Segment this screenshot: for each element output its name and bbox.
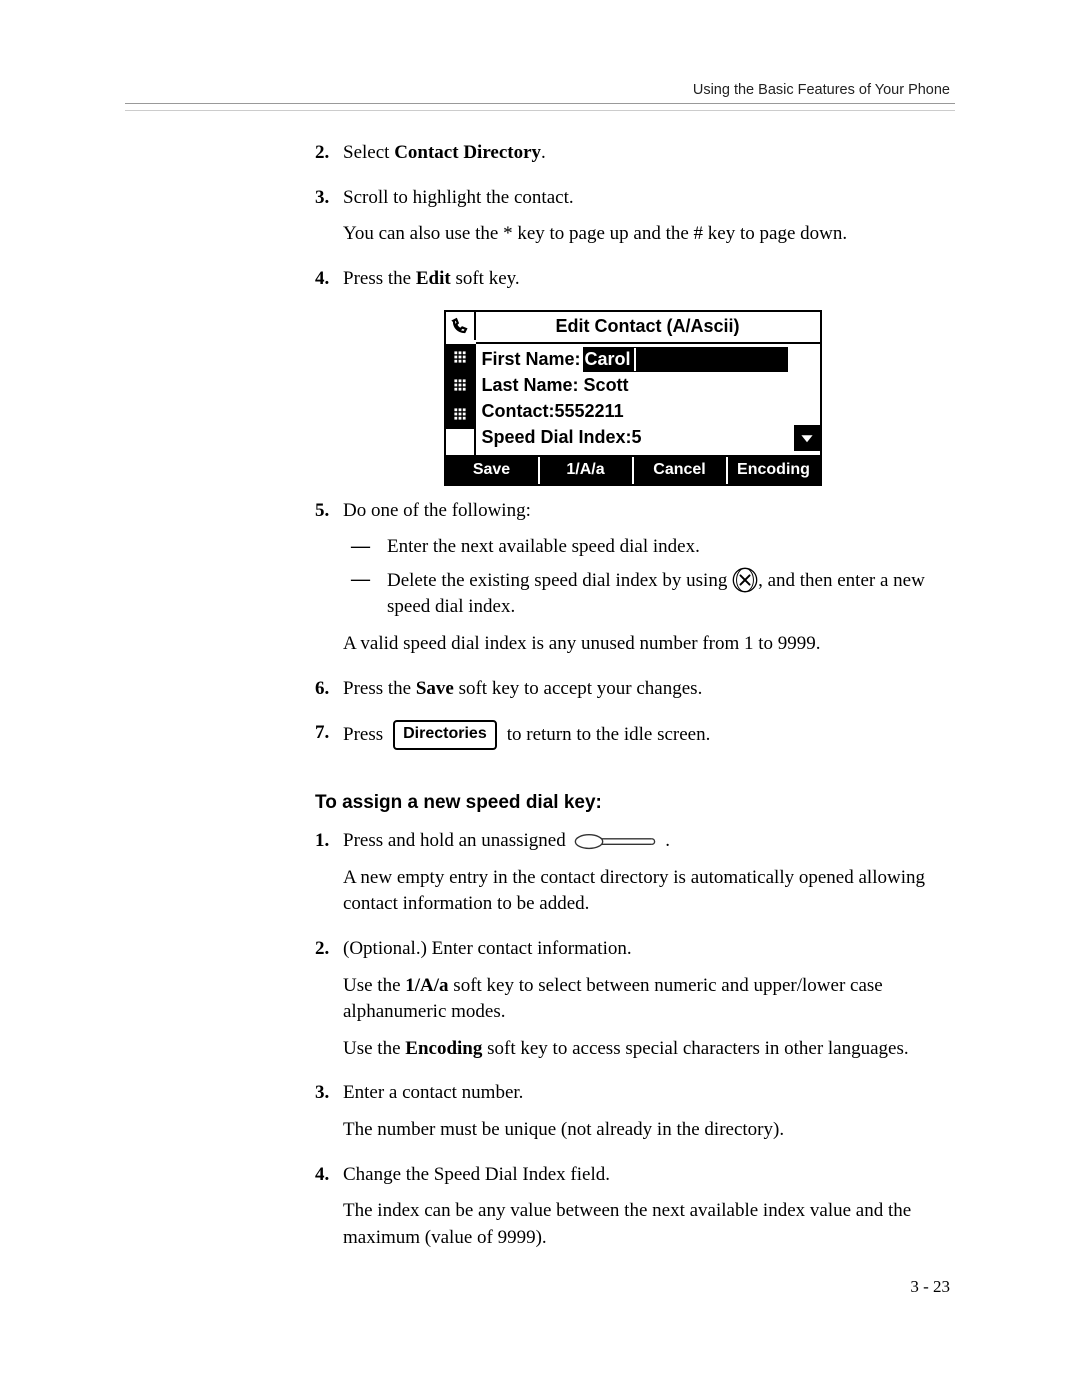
- text: The number must be unique (not already i…: [343, 1117, 950, 1144]
- text-bold: Contact Directory: [394, 142, 541, 163]
- subheading-assign: To assign a new speed dial key:: [315, 790, 950, 817]
- text: soft key to access special characters in…: [482, 1038, 908, 1059]
- text: to return to the idle screen.: [507, 722, 711, 749]
- header-rule-2: [125, 110, 955, 111]
- step-number: 3.: [315, 1080, 343, 1107]
- field-speed-dial: Speed Dial Index:5: [482, 425, 788, 450]
- phone-screenshot: Edit Contact (A/Ascii): [315, 310, 950, 485]
- keypad-icon: [446, 372, 474, 400]
- step-7: 7. Press Directories to return to the id…: [315, 720, 950, 749]
- text: Press and hold an unassigned: [343, 830, 570, 851]
- keypad-icon: [446, 344, 474, 372]
- directories-button-icon: Directories: [393, 720, 497, 749]
- b-step-3: 3. Enter a contact number. The number mu…: [315, 1080, 950, 1153]
- keypad-icon: [446, 400, 474, 428]
- step-3: 3. Scroll to highlight the contact. You …: [315, 185, 950, 258]
- step-number: 1.: [315, 828, 343, 855]
- text: soft key.: [451, 268, 520, 289]
- sub-bullet: — Enter the next available speed dial in…: [343, 534, 950, 561]
- running-header: Using the Basic Features of Your Phone: [693, 82, 950, 98]
- softkey-encoding: Encoding: [728, 457, 820, 483]
- text: Press the: [343, 678, 416, 699]
- step-number: 4.: [315, 1162, 343, 1189]
- line-key-icon: [574, 832, 656, 852]
- field-contact: Contact:5552211: [482, 399, 788, 424]
- text: Use the: [343, 1038, 405, 1059]
- text: .: [665, 830, 670, 851]
- step-number: 7.: [315, 720, 343, 747]
- text: .: [541, 142, 546, 163]
- text-bold: Edit: [416, 268, 451, 289]
- text: soft key to accept your changes.: [454, 678, 703, 699]
- text: A new empty entry in the contact directo…: [343, 865, 950, 918]
- step-number: 2.: [315, 936, 343, 963]
- text: Delete the existing speed dial index by …: [387, 570, 732, 591]
- softkey-save: Save: [446, 457, 540, 483]
- step-number: 3.: [315, 185, 343, 212]
- text: Press: [343, 722, 383, 749]
- step-6: 6. Press the Save soft key to accept you…: [315, 676, 950, 713]
- step-number: 5.: [315, 498, 343, 525]
- text: (Optional.) Enter contact information.: [343, 936, 950, 963]
- text: Select: [343, 142, 394, 163]
- text: The index can be any value between the n…: [343, 1198, 950, 1251]
- field-last-name: Last Name: Scott: [482, 373, 788, 398]
- step-2: 2. Select Contact Directory.: [315, 140, 950, 177]
- text: A valid speed dial index is any unused n…: [343, 631, 950, 658]
- field-value-selected: Carol: [583, 347, 635, 372]
- page-number: 3 - 23: [910, 1277, 950, 1297]
- field-first-name: First Name:Carol: [482, 347, 788, 372]
- step-4: 4. Press the Edit soft key.: [315, 266, 950, 303]
- phone-title: Edit Contact (A/Ascii): [476, 312, 820, 343]
- b-step-4: 4. Change the Speed Dial Index field. Th…: [315, 1162, 950, 1262]
- text: Scroll to highlight the contact.: [343, 185, 950, 212]
- softkey-bar: Save 1/A/a Cancel Encoding: [446, 455, 820, 483]
- b-step-1: 1. Press and hold an unassigned: [315, 828, 950, 928]
- text: Press the: [343, 268, 416, 289]
- phone-lcd: Edit Contact (A/Ascii): [444, 310, 822, 485]
- blank-icon: [446, 429, 474, 455]
- text-bold: 1/A/a: [405, 975, 448, 996]
- text: Enter a contact number.: [343, 1080, 950, 1107]
- text: Use the: [343, 975, 405, 996]
- text: Do one of the following:: [343, 498, 950, 525]
- page: Using the Basic Features of Your Phone 2…: [0, 0, 1080, 1397]
- softkey-mode: 1/A/a: [540, 457, 634, 483]
- header-rule-1: [125, 103, 955, 104]
- phone-icon: [446, 312, 474, 340]
- text-bold: Save: [416, 678, 454, 699]
- b-step-2: 2. (Optional.) Enter contact information…: [315, 936, 950, 1072]
- main-content: 2. Select Contact Directory. 3. Scroll t…: [315, 140, 950, 1269]
- delete-x-icon: [732, 567, 758, 593]
- text: Enter the next available speed dial inde…: [387, 534, 950, 561]
- softkey-cancel: Cancel: [634, 457, 728, 483]
- step-number: 4.: [315, 266, 343, 293]
- scroll-down-icon: [794, 425, 820, 451]
- text: You can also use the * key to page up an…: [343, 221, 950, 248]
- sub-bullet: — Delete the existing speed dial index b…: [343, 567, 950, 621]
- text-bold: Encoding: [405, 1038, 482, 1059]
- step-number: 2.: [315, 140, 343, 167]
- step-number: 6.: [315, 676, 343, 703]
- text: Change the Speed Dial Index field.: [343, 1162, 950, 1189]
- step-5: 5. Do one of the following: — Enter the …: [315, 498, 950, 668]
